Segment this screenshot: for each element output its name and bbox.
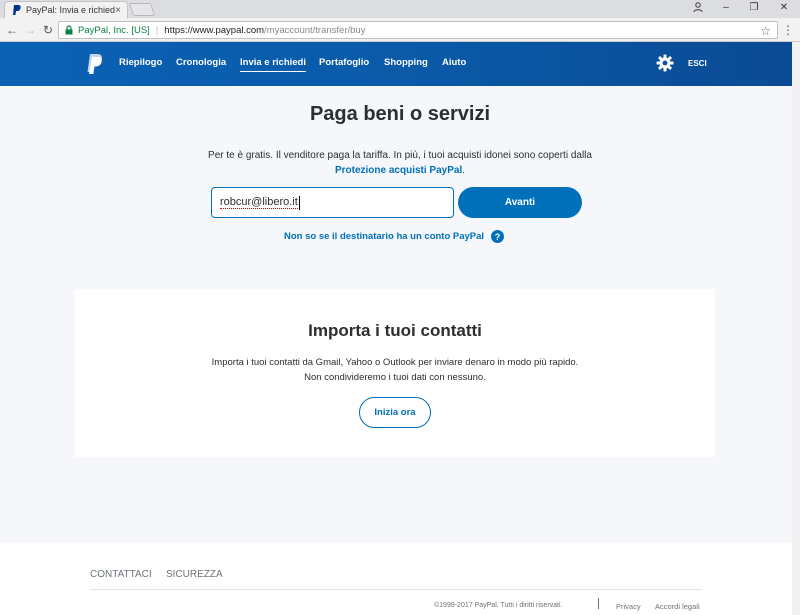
tab-title: PayPal: Invia e richiedi [26, 5, 116, 15]
nav-item-cronologia[interactable]: Cronologia [176, 57, 226, 68]
privacy-link[interactable]: Privacy [616, 602, 641, 611]
back-arrow-icon[interactable]: ← [4, 22, 20, 38]
info-line: Per te è gratis. Il venditore paga la ta… [208, 150, 592, 161]
contact-link[interactable]: CONTATTACI [90, 569, 152, 580]
bookmark-star-icon[interactable]: ☆ [760, 24, 771, 38]
nav-item-riepilogo[interactable]: Riepilogo [119, 57, 162, 68]
import-contacts-line: Importa i tuoi contatti da Gmail, Yahoo … [211, 357, 579, 368]
next-button[interactable]: Avanti [458, 187, 582, 218]
import-contacts-text: Importa i tuoi contatti da Gmail, Yahoo … [75, 355, 715, 385]
browser-toolbar: ← → ↻ PayPal, Inc. [US] | https://www.pa… [0, 18, 800, 42]
copyright-text: ©1999-2017 PayPal. Tutti i diritti riser… [434, 602, 563, 609]
minimize-icon[interactable]: – [714, 2, 738, 13]
info-text: Per te è gratis. Il venditore paga la ta… [0, 148, 800, 178]
browser-tab[interactable]: PayPal: Invia e richiedi × [4, 1, 128, 18]
footer-separator [598, 598, 599, 609]
browser-tabstrip: PayPal: Invia e richiedi × – ❐ ✕ [0, 0, 800, 18]
logout-link[interactable]: ESCI [688, 59, 707, 68]
import-contacts-title: Importa i tuoi contatti [308, 321, 482, 340]
window-close-icon[interactable]: ✕ [772, 2, 796, 13]
nav-item-shopping[interactable]: Shopping [384, 57, 428, 68]
new-tab-button[interactable] [128, 3, 156, 16]
legal-agreements-link[interactable]: Accordi legali [655, 602, 700, 611]
privacy-note: Non condivideremo i tuoi dati con nessun… [304, 372, 486, 383]
url-separator: | [155, 24, 159, 36]
forward-arrow-icon[interactable]: → [22, 22, 38, 38]
info-end: . [462, 165, 466, 176]
security-link[interactable]: SICUREZZA [166, 569, 223, 580]
paypal-header: Riepilogo Cronologia Invia e richiedi Po… [0, 42, 800, 86]
page-scrollbar[interactable] [792, 42, 800, 615]
nav-item-aiuto[interactable]: Aiuto [442, 57, 466, 68]
site-identity: PayPal, Inc. [US] [78, 24, 150, 36]
lock-icon [65, 25, 73, 35]
paypal-favicon-icon [11, 5, 21, 15]
address-bar[interactable]: PayPal, Inc. [US] | https://www.paypal.c… [58, 21, 778, 39]
recipient-value: robcur@libero.it [220, 196, 298, 209]
nav-item-invia-e-richiedi[interactable]: Invia e richiedi [240, 57, 306, 72]
tab-close-icon[interactable]: × [115, 5, 121, 16]
footer-divider [90, 589, 702, 590]
nav-item-portafoglio[interactable]: Portafoglio [319, 57, 369, 68]
gear-icon[interactable] [656, 54, 674, 72]
restore-icon[interactable]: ❐ [742, 2, 766, 13]
start-import-button[interactable]: Inizia ora [359, 397, 431, 428]
help-icon[interactable]: ? [491, 230, 504, 243]
page-title: Paga beni o servizi [309, 103, 491, 125]
text-cursor [298, 195, 300, 210]
url-path: /myaccount/transfer/buy [264, 24, 366, 36]
reload-icon[interactable]: ↻ [40, 22, 56, 38]
browser-menu-icon[interactable]: ⋮ [782, 23, 794, 37]
page-footer: CONTATTACI SICUREZZA ©1999-2017 PayPal. … [0, 543, 800, 615]
profile-icon[interactable] [686, 2, 710, 15]
import-contacts-card: Importa i tuoi contatti Importa i tuoi c… [75, 289, 715, 457]
purchase-protection-link[interactable]: Protezione acquisti PayPal [335, 165, 462, 176]
paypal-logo-icon[interactable] [86, 54, 104, 74]
unknown-recipient-link[interactable]: Non so se il destinatario ha un conto Pa… [284, 231, 484, 242]
recipient-input[interactable]: robcur@libero.it [211, 187, 454, 218]
url-host: https://www.paypal.com [164, 24, 265, 36]
